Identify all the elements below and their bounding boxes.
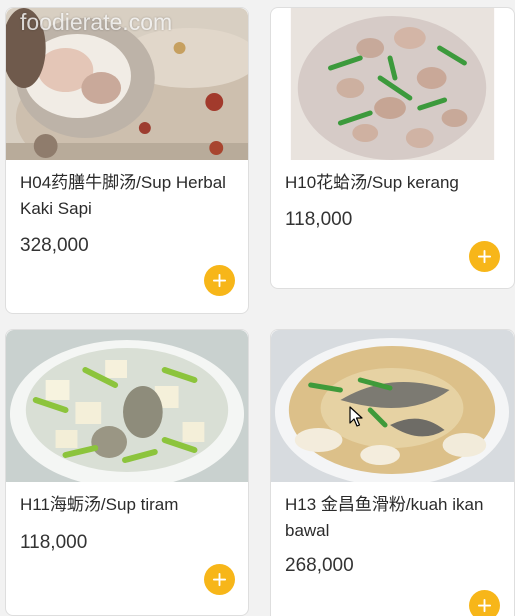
mouse-cursor-icon (349, 406, 363, 427)
menu-item-card[interactable]: H13 金昌鱼滑粉/kuah ikan bawal 268,000 (270, 329, 515, 616)
menu-item-name: H04药膳牛脚汤/Sup Herbal Kaki Sapi (20, 173, 226, 218)
menu-item-card[interactable]: H10花蛤汤/Sup kerang 118,000 (270, 7, 515, 289)
plus-icon (477, 598, 492, 613)
add-to-cart-button[interactable] (469, 590, 500, 616)
plus-icon (212, 572, 227, 587)
menu-item-price: 328,000 (20, 235, 89, 256)
herbal-beef-trotter-soup-photo (6, 8, 248, 160)
clam-soup-photo (271, 8, 514, 160)
plus-icon (212, 273, 227, 288)
menu-item-card[interactable]: H11海蛎汤/Sup tiram 118,000 (5, 329, 249, 616)
add-to-cart-button[interactable] (204, 564, 235, 595)
menu-item-name: H11海蛎汤/Sup tiram (20, 495, 179, 514)
oyster-tofu-soup-photo (6, 330, 248, 482)
add-to-cart-button[interactable] (204, 265, 235, 296)
plus-icon (477, 249, 492, 264)
menu-item-card[interactable]: H04药膳牛脚汤/Sup Herbal Kaki Sapi 328,000 (5, 7, 249, 314)
menu-item-price: 118,000 (285, 209, 353, 230)
menu-item-price: 268,000 (285, 555, 354, 576)
pomfret-fish-soup-photo (271, 330, 514, 482)
add-to-cart-button[interactable] (469, 241, 500, 272)
menu-item-name: H13 金昌鱼滑粉/kuah ikan bawal (285, 495, 484, 540)
menu-item-name: H10花蛤汤/Sup kerang (285, 173, 459, 192)
menu-item-price: 118,000 (20, 532, 88, 553)
